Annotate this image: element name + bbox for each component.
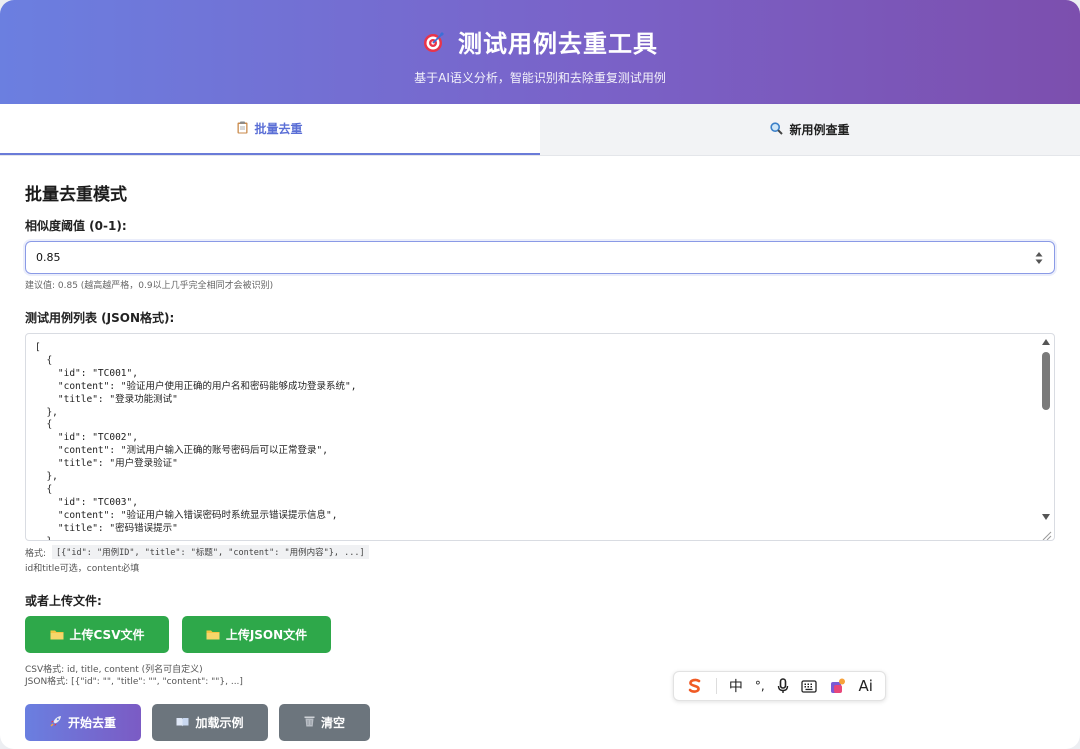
upload-row: 上传CSV文件 上传JSON文件 xyxy=(25,616,1055,653)
clipboard-icon xyxy=(237,121,248,137)
keyboard-icon[interactable] xyxy=(800,679,817,693)
format-note: id和title可选，content必填 xyxy=(25,564,140,574)
folder-icon xyxy=(206,629,220,640)
mode-tabs: 批量去重 新用例查重 xyxy=(0,104,1080,156)
ime-lang-toggle[interactable]: 中 xyxy=(729,676,743,696)
app-card: 测试用例去重工具 基于AI语义分析，智能识别和去除重复测试用例 批量去重 新用例… xyxy=(0,0,1080,749)
upload-csv-button[interactable]: 上传CSV文件 xyxy=(25,616,169,653)
start-dedupe-button[interactable]: 开始去重 xyxy=(25,704,141,741)
start-dedupe-label: 开始去重 xyxy=(67,716,116,730)
clear-label: 清空 xyxy=(320,716,345,730)
tab-new-case-label: 新用例查重 xyxy=(789,123,850,137)
rocket-icon xyxy=(50,715,62,730)
folder-icon xyxy=(50,629,64,640)
ime-separator xyxy=(715,678,717,694)
upload-hint: CSV格式: id, title, content (列名可自定义) JSON格… xyxy=(25,664,1055,688)
load-example-button[interactable]: 加载示例 xyxy=(152,704,268,741)
format-example: [{"id": "用例ID", "title": "标题", "content"… xyxy=(52,545,369,559)
threshold-hint: 建议值: 0.85 (越高越严格，0.9以上几乎完全相同才会被识别) xyxy=(25,281,274,291)
trash-icon xyxy=(304,715,315,730)
ime-ai-button[interactable]: Ai xyxy=(858,677,872,695)
json-text: [ { "id": "TC001", "content": "验证用户使用正确的… xyxy=(35,342,357,540)
page-subtitle: 基于AI语义分析，智能识别和去除重复测试用例 xyxy=(414,71,666,85)
upload-csv-label: 上传CSV文件 xyxy=(69,628,145,642)
json-format-hint: JSON格式: [{"id": "", "title": "", "conten… xyxy=(25,677,243,687)
batch-panel: 批量去重模式 相似度阈值 (0-1): 0.85 建议值: 0.85 (越高越严… xyxy=(0,156,1080,741)
load-example-label: 加载示例 xyxy=(195,716,244,730)
upload-json-label: 上传JSON文件 xyxy=(225,628,308,642)
sogou-logo-icon[interactable] xyxy=(686,677,704,695)
microphone-icon[interactable] xyxy=(777,678,789,694)
json-textarea[interactable]: [ { "id": "TC001", "content": "验证用户使用正确的… xyxy=(25,333,1055,541)
skin-palette-icon[interactable] xyxy=(829,677,847,695)
upload-label: 或者上传文件: xyxy=(25,594,102,608)
threshold-value: 0.85 xyxy=(36,251,61,264)
format-line: 格式: [{"id": "用例ID", "title": "标题", "cont… xyxy=(25,545,1055,559)
csv-format-hint: CSV格式: id, title, content (列名可自定义) xyxy=(25,665,203,675)
mode-title: 批量去重模式 xyxy=(25,185,127,205)
tab-new-case-check[interactable]: 新用例查重 xyxy=(540,104,1080,155)
book-icon xyxy=(176,716,189,730)
upload-json-button[interactable]: 上传JSON文件 xyxy=(182,616,331,653)
tab-batch-dedupe[interactable]: 批量去重 xyxy=(0,104,540,155)
textarea-scrollbar[interactable] xyxy=(1040,336,1052,524)
ime-toolbar: 中 °, Ai xyxy=(673,671,886,701)
threshold-label: 相似度阈值 (0-1): xyxy=(25,219,127,233)
ime-punct-toggle[interactable]: °, xyxy=(755,679,765,693)
threshold-input[interactable]: 0.85 xyxy=(25,241,1055,274)
clear-button[interactable]: 清空 xyxy=(279,704,370,741)
spinner-arrows-icon[interactable] xyxy=(1034,250,1044,266)
target-icon xyxy=(422,30,446,54)
app-header: 测试用例去重工具 基于AI语义分析，智能识别和去除重复测试用例 xyxy=(0,0,1080,104)
scroll-thumb[interactable] xyxy=(1042,352,1050,410)
tab-batch-label: 批量去重 xyxy=(254,122,303,136)
page-title: 测试用例去重工具 xyxy=(458,30,658,58)
scroll-down-icon[interactable] xyxy=(1042,514,1050,520)
format-prefix: 格式: xyxy=(25,548,47,559)
json-label: 测试用例列表 (JSON格式): xyxy=(25,311,175,325)
action-row: 开始去重 加载示例 清空 xyxy=(25,704,1055,741)
scroll-up-icon[interactable] xyxy=(1042,339,1050,345)
title-row: 测试用例去重工具 xyxy=(0,24,1080,59)
resize-grip-icon[interactable] xyxy=(1040,526,1052,540)
magnifier-icon xyxy=(770,121,784,138)
